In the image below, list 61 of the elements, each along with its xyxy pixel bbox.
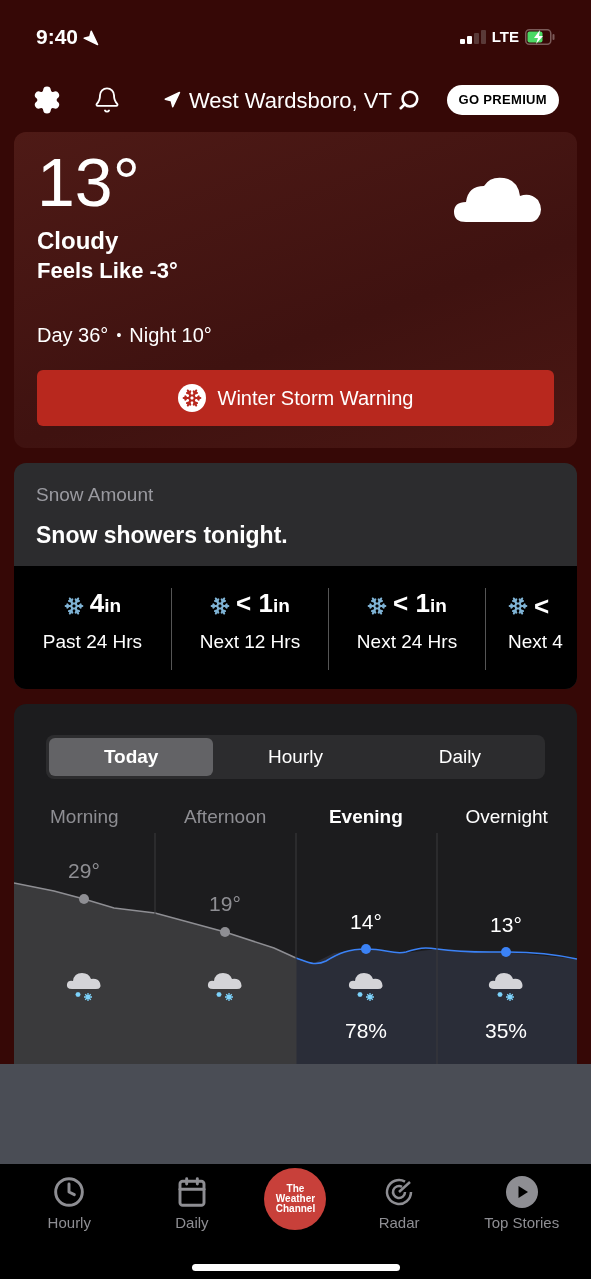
night-low: Night 10° <box>129 323 212 348</box>
location-arrow-icon <box>82 28 100 46</box>
nav-tab[interactable]: Daily <box>141 1176 242 1235</box>
signal-icon <box>459 30 486 44</box>
snow-period: Next 24 Hrs <box>356 630 458 654</box>
forecast-tab[interactable]: Hourly <box>213 738 378 776</box>
period-temperature: 14° <box>350 909 382 935</box>
winter-storm-warning-button[interactable]: Winter Storm Warning <box>37 370 554 426</box>
period-name: Afternoon <box>183 805 267 829</box>
logo-text: Weather <box>275 1194 316 1204</box>
temperature-dot-icon <box>501 947 511 957</box>
period-name: Morning <box>50 805 119 829</box>
snow-amount: < 1in <box>393 587 447 620</box>
nav-tab[interactable]: Top Stories <box>471 1176 572 1235</box>
temperature-dot-icon <box>79 894 89 904</box>
snowflake-icon <box>177 384 206 412</box>
status-time: 9:40 <box>36 24 79 51</box>
temperature-dot-icon <box>361 944 371 954</box>
cloud-icon <box>454 176 542 222</box>
period-temperature: 29° <box>68 858 100 884</box>
play-icon <box>505 1176 538 1208</box>
logo-text: Channel <box>275 1204 316 1214</box>
clock-icon <box>53 1176 86 1208</box>
period-temperature: 13° <box>490 912 522 938</box>
temperature-dot-icon <box>220 927 230 937</box>
network-label: LTE <box>491 26 519 47</box>
precipitation-chance: 78% <box>345 1018 387 1044</box>
snowflake-icon <box>210 596 231 616</box>
location-name[interactable]: West Wardsboro, VT <box>189 83 392 117</box>
notifications-icon[interactable] <box>93 86 121 114</box>
search-icon[interactable] <box>397 89 420 111</box>
location-arrow-icon <box>163 91 181 109</box>
nav-tab[interactable]: Radar <box>349 1176 450 1235</box>
settings-icon[interactable] <box>32 85 62 115</box>
condition-text: Cloudy <box>37 226 120 256</box>
snowflake-icon <box>63 596 84 616</box>
snow-period: Past 24 Hrs <box>42 630 143 654</box>
snowflake-icon <box>367 596 388 616</box>
go-premium-button[interactable]: GO PREMIUM <box>446 85 559 115</box>
snow-period: Next 12 Hrs <box>199 630 301 654</box>
battery-charging-icon <box>525 29 555 45</box>
period-name: Evening <box>328 805 403 829</box>
period-name: Overnight <box>465 805 548 829</box>
precipitation-chance: 35% <box>485 1018 527 1044</box>
logo-text: The <box>286 1184 305 1194</box>
snow-period: Next 4 <box>508 630 563 654</box>
snowflake-icon <box>508 596 528 616</box>
forecast-tab[interactable]: Daily <box>377 738 542 776</box>
logo-button[interactable]: The Weather Channel <box>264 1168 327 1230</box>
forecast-tab[interactable]: Today <box>49 738 214 776</box>
current-temperature: 13° <box>37 146 141 218</box>
feels-like-text: Feels Like -3° <box>37 257 178 285</box>
day-high: Day 36° <box>37 323 109 348</box>
snow-amount: < 1in <box>236 587 290 620</box>
nav-tab[interactable]: Hourly <box>19 1176 120 1235</box>
period-temperature: 19° <box>209 891 241 917</box>
card-label: Snow Amount <box>35 483 155 507</box>
separator-dot: • <box>116 325 122 345</box>
snow-amount: 4in <box>89 587 122 620</box>
snow-amount: < <box>534 590 550 622</box>
snow-headline: Snow showers tonight. <box>35 520 289 550</box>
